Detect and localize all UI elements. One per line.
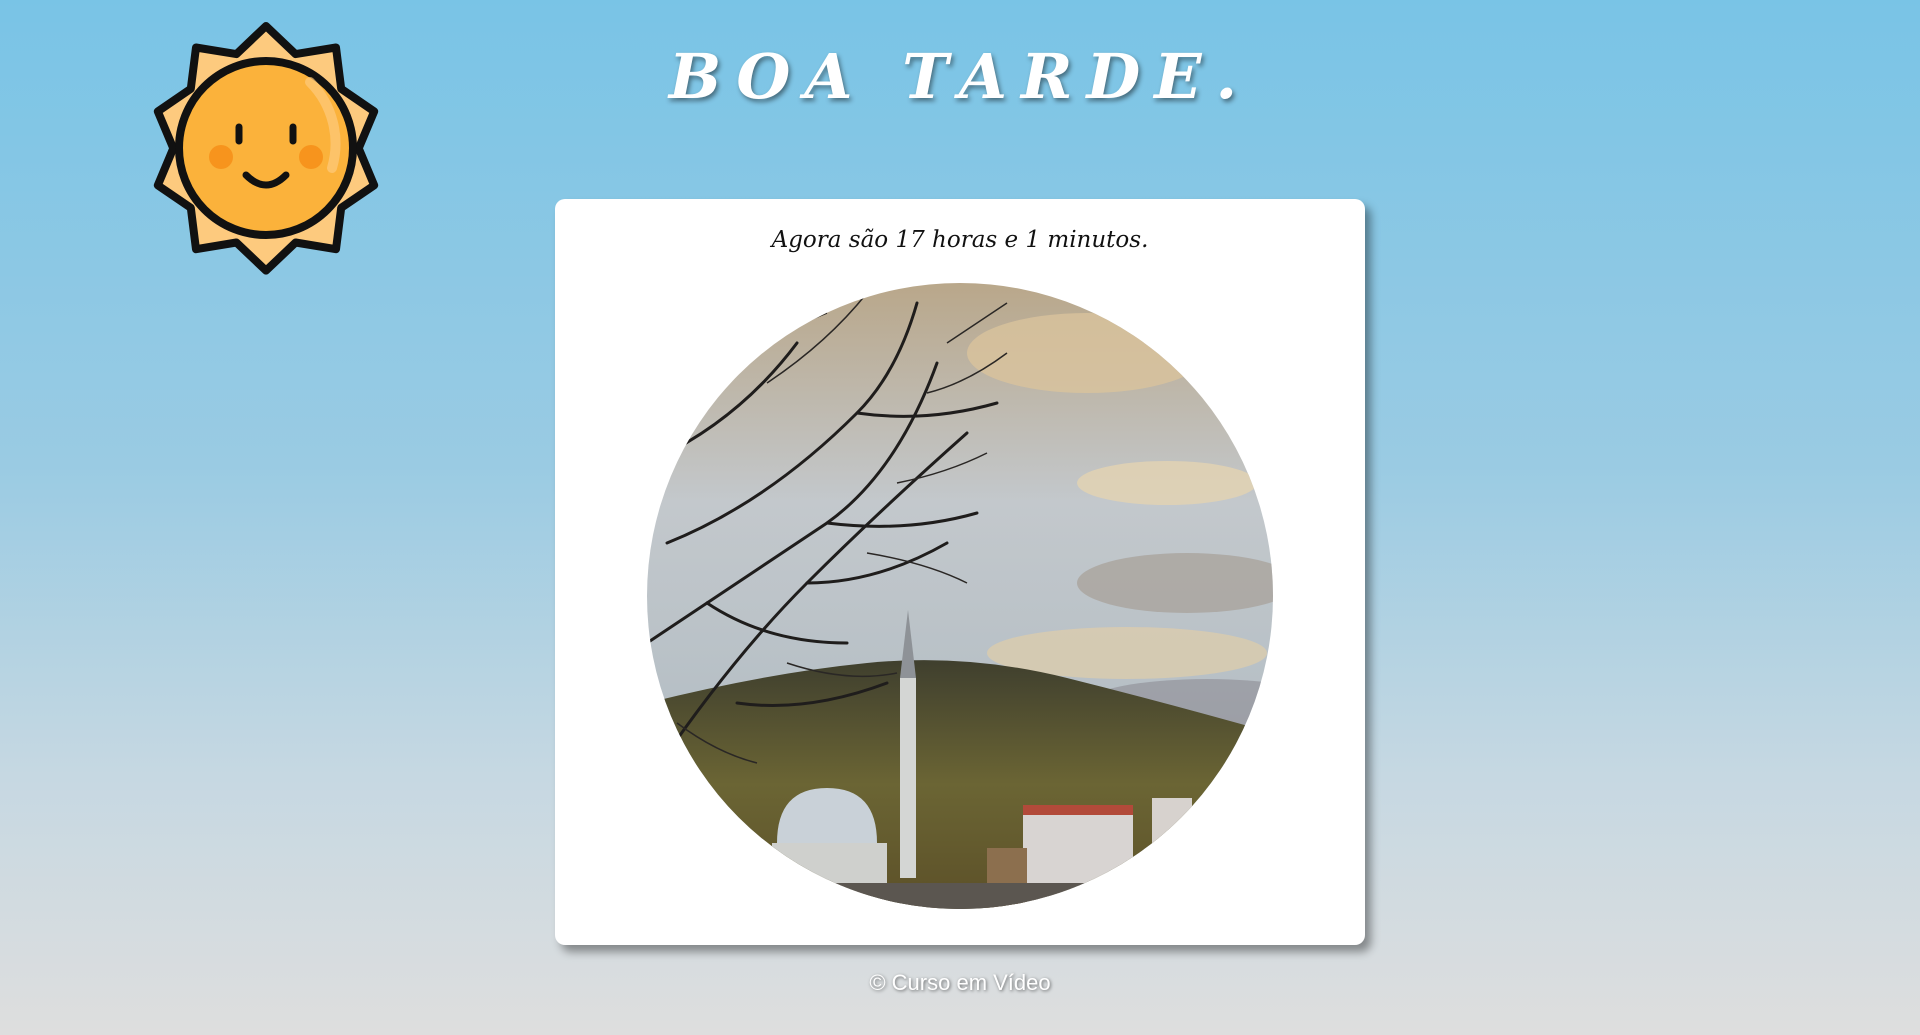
period-photo: [647, 283, 1273, 909]
time-message: Agora são 17 horas e 1 minutos.: [771, 227, 1149, 253]
footer-copyright: © Curso em Vídeo: [869, 970, 1051, 995]
greeting-title: BOA TARDE.: [668, 40, 1252, 113]
main-card: Agora são 17 horas e 1 minutos.: [555, 199, 1365, 945]
